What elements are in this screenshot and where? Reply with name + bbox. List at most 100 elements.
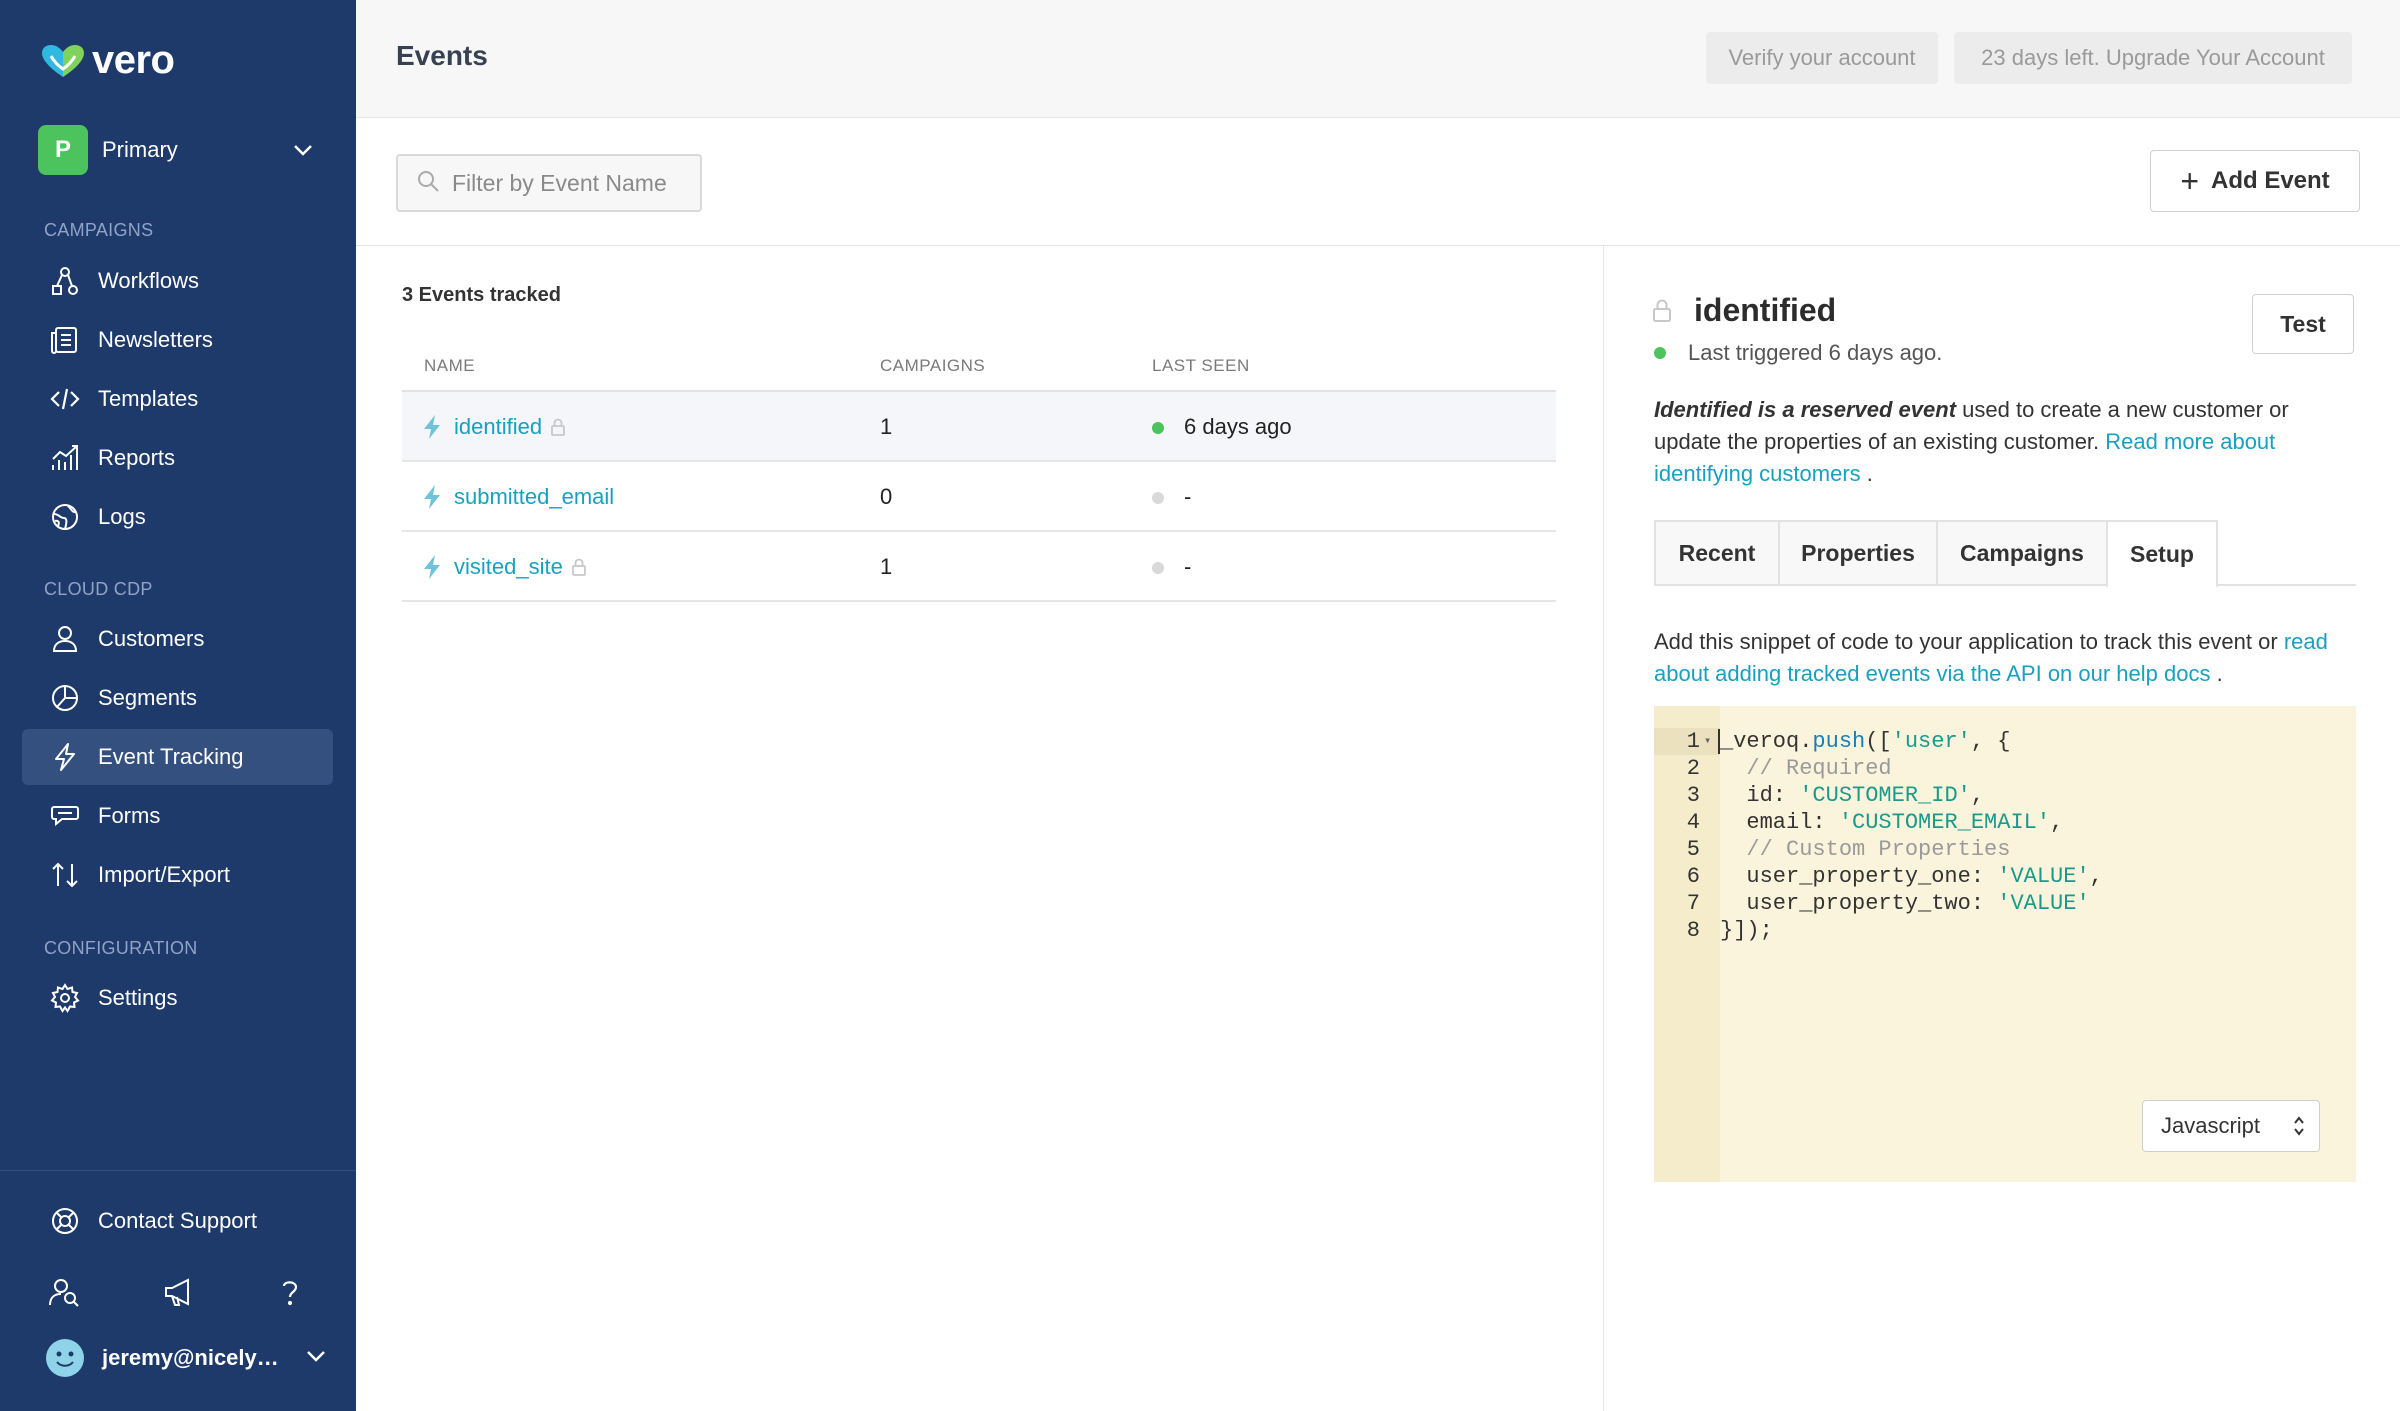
forms-icon: [48, 799, 82, 833]
campaigns-count: 0: [880, 484, 893, 509]
sidebar-item-label: Forms: [98, 803, 161, 828]
sidebar-item-label: Workflows: [98, 268, 200, 293]
bolt-icon: [422, 414, 442, 440]
events-count: 3 Events tracked: [402, 284, 561, 306]
event-name-link[interactable]: identified: [454, 414, 542, 440]
code-line: 2 // Required: [1686, 756, 1892, 781]
workspace-name: Primary: [102, 137, 178, 162]
table-header: NAME CAMPAIGNS LAST SEEN: [402, 336, 1556, 392]
user-email: jeremy@nicely…: [102, 1345, 279, 1370]
code-editor[interactable]: 1 ▾ _veroq.push(['user', { 2 // Required 3…: [1654, 706, 2356, 1182]
column-header-name[interactable]: NAME: [424, 356, 475, 376]
event-detail-pane: identified Test Last triggered 6 days ag…: [1604, 246, 2400, 1411]
support-icon: [48, 1204, 82, 1238]
status-dot-active: [1152, 422, 1164, 435]
sidebar-item-label: Settings: [98, 985, 178, 1010]
event-name-link[interactable]: submitted_email: [454, 484, 614, 510]
megaphone-icon[interactable]: [158, 1272, 198, 1312]
sidebar-item-label: Import/Export: [98, 862, 231, 887]
reports-icon: [48, 441, 82, 475]
heart-logo-icon: [42, 44, 84, 77]
status-dot-active: [1654, 347, 1666, 359]
search-input[interactable]: [452, 169, 692, 197]
help-icon[interactable]: [270, 1272, 310, 1312]
sidebar-item-label: Customers: [98, 626, 205, 651]
workflows-icon: [48, 264, 82, 298]
select-arrows-icon: [2293, 1113, 2305, 1145]
code-line: 6 user_property_one: 'VALUE',: [1686, 864, 2103, 889]
chevron-down-icon: [288, 135, 318, 165]
import-export-icon: [48, 858, 82, 892]
last-triggered-text: Last triggered 6 days ago.: [1688, 340, 1943, 365]
code-line: 4 email: 'CUSTOMER_EMAIL',: [1686, 810, 2064, 835]
last-seen-value: -: [1184, 484, 1192, 509]
sidebar-divider: [0, 1170, 356, 1171]
tab-setup[interactable]: Setup: [2106, 520, 2218, 588]
sidebar-item-templates[interactable]: Templates: [22, 371, 333, 427]
event-name-link[interactable]: visited_site: [454, 554, 563, 580]
sidebar-item-customers[interactable]: Customers: [22, 611, 333, 667]
sidebar-item-newsletters[interactable]: Newsletters: [22, 312, 333, 368]
add-event-button[interactable]: + Add Event: [2150, 150, 2360, 212]
snippet-end: .: [2210, 661, 2223, 686]
section-label-campaigns: CAMPAIGNS: [44, 220, 154, 240]
column-header-campaigns[interactable]: CAMPAIGNS: [880, 356, 985, 376]
snippet-text: Add this snippet of code to your applica…: [1654, 629, 2284, 654]
sidebar-item-settings[interactable]: Settings: [22, 970, 333, 1026]
table-row[interactable]: submitted_email 0 -: [402, 462, 1556, 532]
section-label-cloud-cdp: CLOUD CDP: [44, 579, 153, 599]
user-menu[interactable]: jeremy@nicely…: [46, 1336, 326, 1380]
logs-icon: [48, 500, 82, 534]
toolbar: + Add Event: [356, 118, 2400, 246]
page-title: Events: [396, 40, 488, 71]
upgrade-account-button[interactable]: 23 days left. Upgrade Your Account: [1954, 32, 2352, 84]
sidebar-item-segments[interactable]: Segments: [22, 670, 333, 726]
event-description: Identified is a reserved event used to c…: [1654, 394, 2344, 490]
last-seen-value: 6 days ago: [1184, 414, 1292, 439]
sidebar-item-label: Reports: [98, 445, 176, 470]
sidebar-item-import-export[interactable]: Import/Export: [22, 847, 333, 903]
code-line: 3 id: 'CUSTOMER_ID',: [1686, 783, 1985, 808]
sidebar-item-forms[interactable]: Forms: [22, 788, 333, 844]
workspace-selector[interactable]: P Primary: [38, 124, 318, 176]
tab-properties[interactable]: Properties: [1778, 520, 1938, 586]
plus-icon: +: [2180, 163, 2199, 199]
table-row[interactable]: identified 1 6 days ago: [402, 392, 1556, 462]
gear-icon: [48, 981, 82, 1015]
table-row[interactable]: visited_site 1 -: [402, 532, 1556, 602]
code-content: 1 ▾ _veroq.push(['user', { 2 // Required 3…: [1654, 728, 2103, 944]
last-seen-cell: -: [1152, 484, 1191, 510]
code-line: 8}]);: [1686, 918, 1773, 943]
page-header: Events Verify your account 23 days left.…: [356, 0, 2400, 118]
chevron-down-icon: [306, 1349, 326, 1367]
language-select[interactable]: Javascript: [2142, 1100, 2320, 1152]
detail-tabs: Recent Properties Campaigns Setup: [1654, 520, 2356, 588]
vero-logo[interactable]: vero: [40, 38, 175, 83]
test-button[interactable]: Test: [2252, 294, 2354, 354]
contact-support-link[interactable]: Contact Support: [22, 1193, 333, 1249]
status-dot-inactive: [1152, 492, 1164, 505]
avatar: [46, 1339, 84, 1377]
campaigns-count: 1: [880, 554, 893, 579]
lock-icon: [571, 557, 587, 577]
user-search-icon[interactable]: [44, 1272, 84, 1312]
sidebar-item-label: Templates: [98, 386, 199, 411]
newsletters-icon: [48, 323, 82, 357]
brand-name: vero: [92, 38, 175, 82]
workspace-avatar: P: [38, 125, 88, 175]
lock-icon: [1652, 298, 1672, 329]
sidebar-item-event-tracking[interactable]: Event Tracking: [22, 729, 333, 785]
tab-recent[interactable]: Recent: [1654, 520, 1780, 586]
sidebar-item-label: Newsletters: [98, 327, 213, 352]
event-name-cell: submitted_email: [422, 484, 614, 510]
section-label-configuration: CONFIGURATION: [44, 938, 198, 958]
verify-account-button[interactable]: Verify your account: [1706, 32, 1938, 84]
sidebar-item-logs[interactable]: Logs: [22, 489, 333, 545]
last-seen-cell: 6 days ago: [1152, 414, 1292, 440]
sidebar-item-reports[interactable]: Reports: [22, 430, 333, 486]
add-event-label: Add Event: [2211, 167, 2330, 194]
sidebar-item-workflows[interactable]: Workflows: [22, 253, 333, 309]
column-header-last-seen[interactable]: LAST SEEN: [1152, 356, 1250, 376]
lock-icon: [550, 417, 566, 437]
tab-campaigns[interactable]: Campaigns: [1936, 520, 2108, 586]
